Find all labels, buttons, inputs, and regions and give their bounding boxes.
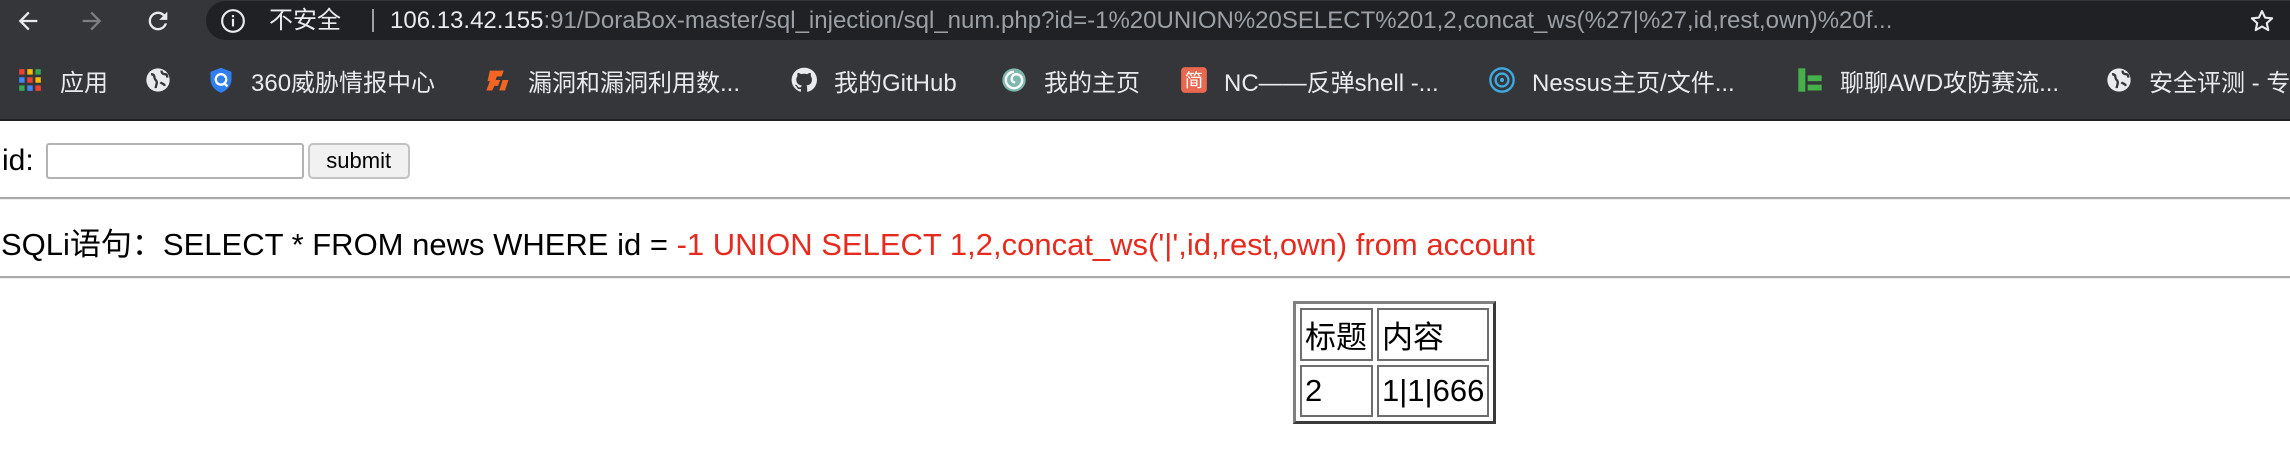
header-content: 内容 — [1377, 308, 1490, 361]
bookmark-label: NC——反弹shell -... — [1224, 69, 1439, 97]
jian-icon: 简 — [1180, 66, 1208, 94]
browser-toolbar: 不安全 106.13.42.155:91/DoraBox-master/sql_… — [0, 0, 2290, 41]
security-label: 不安全 — [269, 7, 341, 34]
result-table: 标题 内容 2 1|1|666 — [1293, 301, 1497, 424]
omnibox-divider — [372, 9, 374, 32]
bookmark-security-eval[interactable]: 安全评测 - 专 — [2105, 41, 2290, 119]
back-arrow-icon — [18, 11, 38, 30]
bookmark-apps[interactable]: 应用 — [16, 41, 108, 119]
bookmark-nessus[interactable]: Nessus主页/文件... — [1488, 41, 1735, 119]
bookmark-globe[interactable] — [144, 41, 188, 119]
id-label: id: — [2, 144, 34, 177]
sql-prefix: SQLi语句：SELECT * FROM news WHERE id = — [1, 227, 677, 262]
nessus-icon — [1488, 66, 1516, 94]
table-row: 2 1|1|666 — [1300, 365, 1490, 417]
bookmark-label: 漏洞和漏洞利用数... — [528, 69, 741, 97]
shield-icon — [207, 66, 235, 94]
submit-button[interactable]: submit — [307, 143, 410, 179]
url-path: :91/DoraBox-master/sql_injection/sql_num… — [543, 7, 1893, 34]
reload-icon — [148, 11, 168, 30]
cell-content: 1|1|666 — [1377, 365, 1490, 417]
apps-grid-icon — [16, 66, 44, 94]
github-icon — [790, 66, 818, 94]
exploit-db-icon — [484, 66, 512, 94]
id-input[interactable] — [45, 143, 304, 179]
bookmarks-bar: 应用 360威胁情报中心 漏洞和漏洞利用数... 我的GitHub 我的主页 简… — [0, 41, 2290, 121]
homepage-swirl-icon — [1000, 66, 1028, 94]
back-button[interactable] — [8, 0, 48, 41]
url-text[interactable]: 106.13.42.155:91/DoraBox-master/sql_inje… — [390, 1, 2230, 40]
bookmark-label: 我的主页 — [1044, 69, 1140, 97]
bookmark-nc-shell[interactable]: 简 NC——反弹shell -... — [1180, 41, 1439, 119]
bookmark-label: 安全评测 - 专 — [2149, 69, 2290, 97]
bookmark-label: 聊聊AWD攻防赛流... — [1840, 69, 2060, 97]
page-content: id: submit SQLi语句：SELECT * FROM news WHE… — [0, 121, 2290, 450]
bars-icon — [1796, 66, 1824, 94]
bookmark-label: Nessus主页/文件... — [1532, 69, 1735, 97]
sql-payload: -1 UNION SELECT 1,2,concat_ws('|',id,res… — [676, 227, 1535, 262]
header-title: 标题 — [1300, 308, 1373, 361]
globe-icon — [144, 66, 172, 94]
info-icon[interactable] — [220, 8, 246, 34]
bookmark-label: 应用 — [60, 69, 108, 97]
svg-text:简: 简 — [1185, 71, 1204, 92]
bookmark-star-icon[interactable] — [2248, 7, 2276, 35]
bookmark-awd[interactable]: 聊聊AWD攻防赛流... — [1796, 41, 2059, 119]
bookmark-github[interactable]: 我的GitHub — [790, 41, 957, 119]
reload-button[interactable] — [138, 0, 178, 41]
forward-arrow-icon — [82, 11, 102, 30]
bookmark-exploit-db[interactable]: 漏洞和漏洞利用数... — [484, 41, 740, 119]
url-host: 106.13.42.155 — [390, 7, 544, 34]
address-bar[interactable]: 不安全 106.13.42.155:91/DoraBox-master/sql_… — [206, 1, 2290, 40]
divider-top — [0, 197, 2290, 200]
forward-button[interactable] — [72, 0, 112, 41]
table-header-row: 标题 内容 — [1300, 308, 1490, 361]
bookmark-label: 我的GitHub — [834, 69, 957, 97]
bookmark-homepage[interactable]: 我的主页 — [1000, 41, 1140, 119]
globe-icon — [2105, 66, 2133, 94]
query-form: id: submit — [2, 141, 410, 181]
cell-title: 2 — [1300, 365, 1373, 417]
bookmark-label: 360威胁情报中心 — [251, 69, 436, 97]
sql-statement: SQLi语句：SELECT * FROM news WHERE id = -1 … — [1, 219, 1535, 264]
bookmark-360-threat[interactable]: 360威胁情报中心 — [207, 41, 435, 119]
divider-bottom — [0, 276, 2290, 279]
